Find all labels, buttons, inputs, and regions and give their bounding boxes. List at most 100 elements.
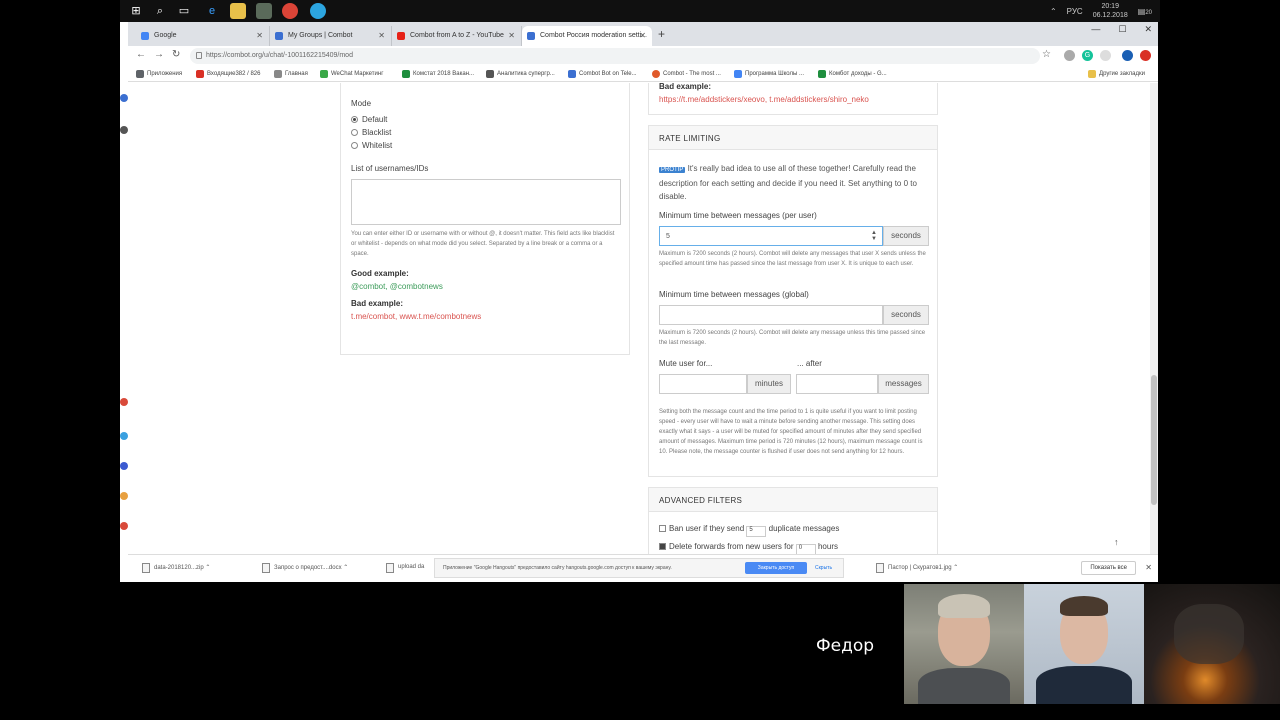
folder-icon[interactable] (230, 3, 246, 19)
per-user-input[interactable]: 5 ▲ ▼ (659, 226, 883, 246)
google-favicon-icon (141, 32, 149, 40)
hide-link[interactable]: Скрыть (815, 559, 832, 577)
app-dot-icon (120, 94, 128, 102)
extension-icon[interactable] (1064, 50, 1075, 61)
bookmark-item[interactable]: Входящие382 / 826 (196, 69, 260, 79)
download-item[interactable]: Пастор | Скуратов1.jpg ⌃ (876, 563, 958, 573)
browser-toolbar: ← → ↻ https://combot.org/u/chat/-1001162… (128, 46, 1158, 66)
tab-google[interactable]: Google ✕ (136, 26, 270, 46)
windows-taskbar: ⊞ ⌕ ▭ e ⌃ РУС 20:19 06.12.2018 ▤20 (120, 0, 1160, 22)
bookmark-item[interactable]: Combot Bot on Tele... (568, 69, 637, 79)
after-unit: messages (878, 374, 929, 394)
tab-youtube[interactable]: Combot from A to Z - YouTube ✕ (392, 26, 522, 46)
usernames-textarea[interactable] (351, 179, 621, 225)
tab-combot-moderation[interactable]: Combot Россия moderation setti... ✕ (522, 26, 652, 46)
chrome-icon[interactable] (282, 3, 298, 19)
close-icon[interactable]: ✕ (256, 26, 263, 46)
screen-share-notice: Приложение "Google Hangouts" предоставил… (434, 558, 844, 578)
show-all-button[interactable]: Показать все (1081, 561, 1136, 575)
stop-sharing-button[interactable]: Закрыть доступ (745, 562, 807, 574)
paper-plane-icon (486, 70, 494, 78)
close-icon[interactable]: ✕ (378, 26, 385, 46)
mute-messages-input[interactable] (796, 374, 878, 394)
mode-whitelist-label[interactable]: Whitelist (362, 141, 392, 150)
close-icon[interactable]: ✕ (1144, 24, 1152, 35)
bookmark-item[interactable]: Аналитика супергр... (486, 69, 555, 79)
clock[interactable]: 20:19 06.12.2018 (1093, 2, 1128, 20)
ban-duplicates-checkbox[interactable] (659, 525, 666, 532)
back-icon[interactable]: ← (136, 49, 146, 60)
address-bar[interactable]: https://combot.org/u/chat/-1001162215409… (190, 48, 1040, 64)
participant-video-3[interactable] (1144, 584, 1280, 704)
gmail-icon (196, 70, 204, 78)
mode-default-label[interactable]: Default (362, 115, 387, 124)
mode-default-radio[interactable] (351, 116, 358, 123)
download-label: upload da (398, 564, 425, 570)
forward-icon[interactable]: → (154, 49, 164, 60)
bookmark-item[interactable]: Приложения (136, 69, 182, 79)
app-icon[interactable] (256, 3, 272, 19)
mode-whitelist-radio[interactable] (351, 142, 358, 149)
bookmark-item[interactable]: Комбот доходы - G... (818, 69, 887, 79)
task-view-icon[interactable]: ▭ (176, 3, 192, 19)
delete-forwards-suffix: hours (817, 542, 838, 551)
scrollbar-thumb[interactable] (1151, 375, 1157, 505)
advanced-filters-title: ADVANCED FILTERS (649, 488, 937, 512)
extension-icon[interactable] (1122, 50, 1133, 61)
reload-icon[interactable]: ↻ (172, 49, 180, 60)
windows-start-icon[interactable]: ⊞ (128, 3, 144, 19)
bad-example-label: Bad example: (659, 83, 712, 91)
telegram-icon[interactable] (310, 3, 326, 19)
page-scrollbar[interactable] (1150, 83, 1158, 569)
chevron-up-icon[interactable]: ⌃ (1050, 7, 1057, 16)
bookmark-item[interactable]: Главная (274, 69, 308, 79)
edge-icon[interactable]: e (204, 3, 220, 19)
star-icon[interactable]: ☆ (1042, 49, 1051, 60)
maximize-icon[interactable]: ☐ (1118, 24, 1126, 35)
download-item[interactable]: Запрос о предост....docx ⌃ (262, 563, 348, 573)
tab-my-groups[interactable]: My Groups | Combot ✕ (270, 26, 392, 46)
bookmark-label: Другие закладки (1099, 71, 1145, 77)
minimize-icon[interactable]: — (1091, 24, 1100, 35)
sheets-icon (402, 70, 410, 78)
per-user-unit: seconds (883, 226, 929, 246)
bookmark-item[interactable]: Комстат 2018 Вакан... (402, 69, 474, 79)
grammarly-icon[interactable]: G (1082, 50, 1093, 61)
mute-minutes-input[interactable] (659, 374, 747, 394)
close-icon[interactable]: ✕ (639, 26, 646, 46)
language-indicator[interactable]: РУС (1067, 7, 1083, 16)
tab-label: My Groups | Combot (288, 32, 353, 39)
close-icon[interactable]: ✕ (1145, 563, 1152, 572)
profile-icon[interactable] (1140, 50, 1151, 61)
mode-blacklist-radio[interactable] (351, 129, 358, 136)
notifications-icon[interactable]: ▤20 (1138, 7, 1152, 16)
bookmark-item[interactable]: Программа Школы ... (734, 69, 804, 79)
extension-icon[interactable] (1100, 50, 1111, 61)
global-input[interactable] (659, 305, 883, 325)
bookmark-item[interactable]: WeChat Маркетинг (320, 69, 383, 79)
participant-video-2[interactable] (1024, 584, 1144, 704)
scroll-to-top-icon[interactable]: ↑ (1114, 537, 1119, 547)
clock-date: 06.12.2018 (1092, 12, 1128, 19)
mode-blacklist-label[interactable]: Blacklist (362, 128, 391, 137)
download-item[interactable]: upload da (386, 563, 425, 573)
participant-hair (938, 594, 990, 618)
close-icon[interactable]: ✕ (508, 26, 515, 46)
search-icon[interactable]: ⌕ (152, 3, 168, 19)
download-bar: data-2018120...zip ⌃ Запрос о предост...… (128, 554, 1158, 582)
bookmark-label: Приложения (147, 71, 183, 77)
download-item[interactable]: data-2018120...zip ⌃ (142, 563, 210, 573)
delete-forwards-checkbox[interactable] (659, 543, 666, 550)
rate-limiting-panel: RATE LIMITING PROTIP It's really bad ide… (648, 125, 938, 477)
ban-duplicates-input[interactable]: 5 (746, 526, 767, 537)
download-label: data-2018120...zip (154, 565, 204, 571)
number-stepper-icon[interactable]: ▲ ▼ (871, 230, 877, 242)
per-user-label: Minimum time between messages (per user) (659, 211, 817, 220)
bookmark-label: Аналитика супергр... (497, 71, 555, 77)
clock-time: 20:19 (1101, 3, 1119, 10)
bookmark-item[interactable]: Combot - The most ... (652, 69, 721, 79)
other-bookmarks[interactable]: Другие закладки (1088, 69, 1145, 79)
new-tab-icon[interactable]: + (658, 27, 665, 41)
participant-video-1[interactable] (904, 584, 1024, 704)
app-dot-icon (120, 432, 128, 440)
